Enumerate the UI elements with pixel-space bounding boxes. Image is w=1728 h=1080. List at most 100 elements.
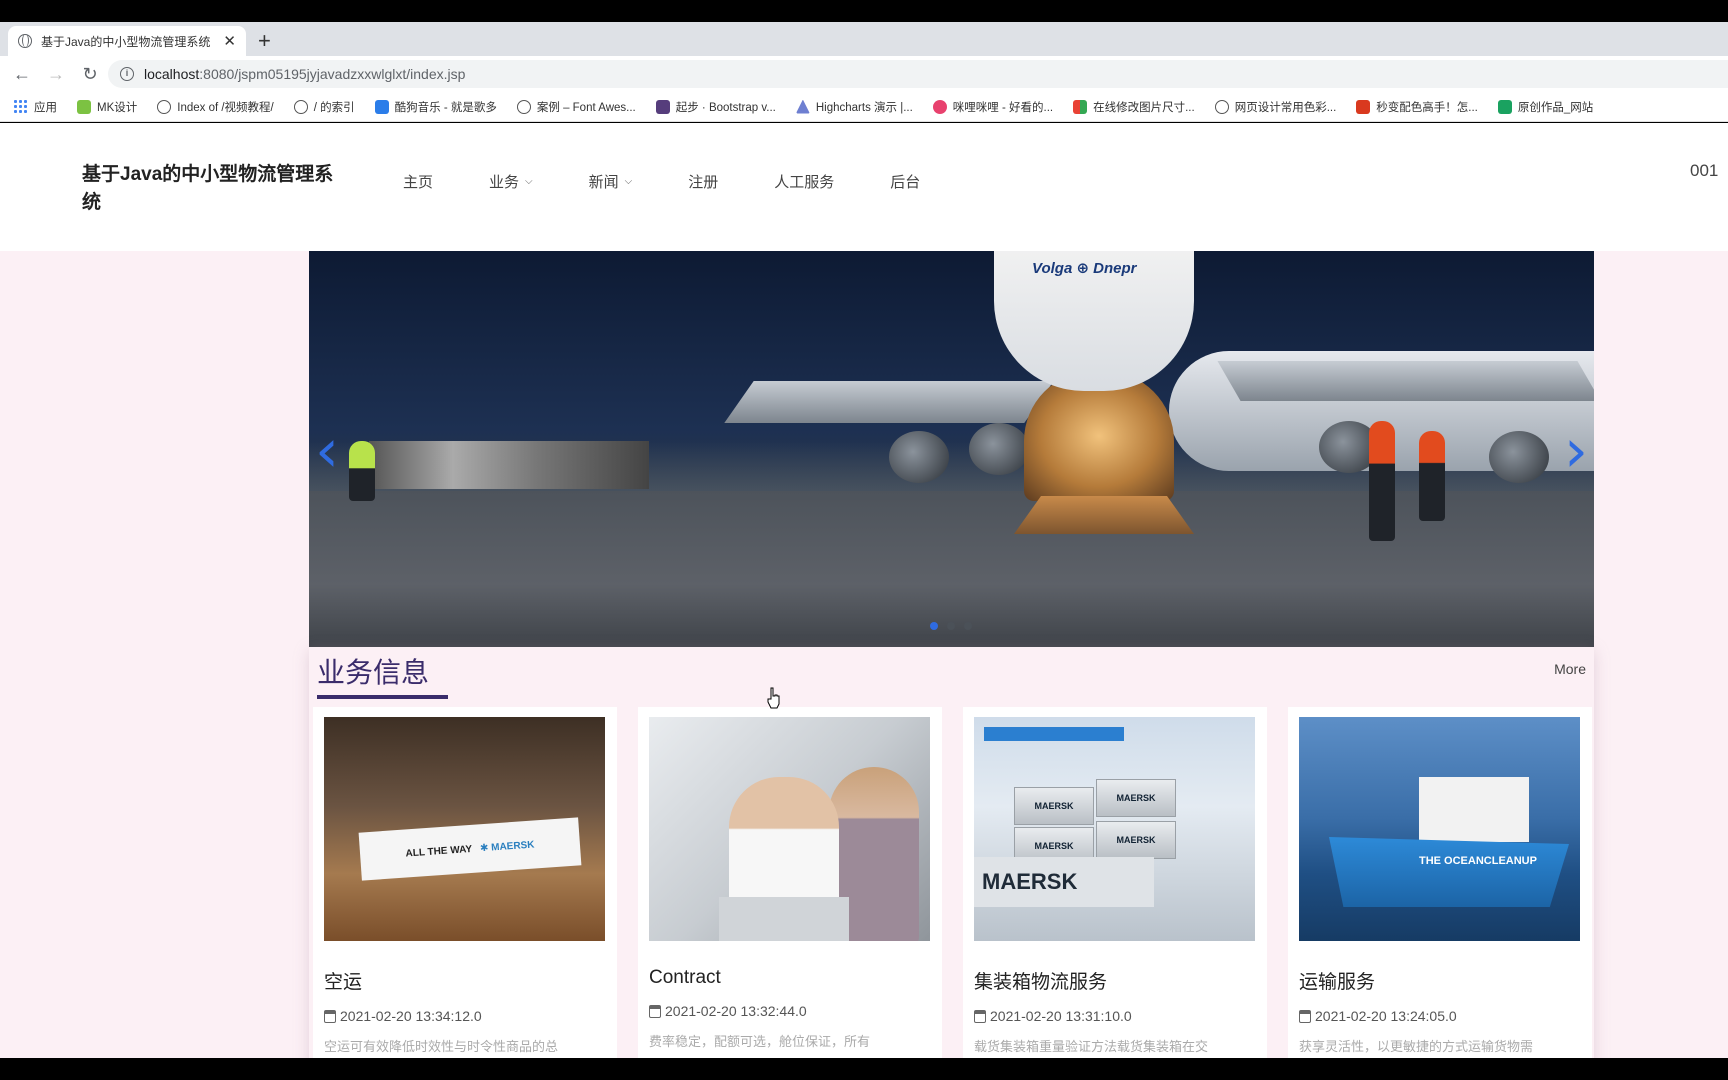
- card-date-text: 2021-02-20 13:32:44.0: [665, 1003, 807, 1019]
- bookmark-label: MK设计: [97, 101, 138, 114]
- bookmark-item[interactable]: 咪哩咪哩 - 好看的...: [932, 99, 1053, 115]
- worker: [349, 441, 375, 501]
- left-wing: [724, 381, 1054, 423]
- bootstrap-icon: [655, 99, 670, 114]
- bookmark-item[interactable]: 在线修改图片尺寸...: [1073, 99, 1195, 115]
- business-card[interactable]: Contract 2021-02-20 13:32:44.0 费率稳定，配额可选…: [638, 707, 942, 1058]
- business-section: 业务信息 More ALL THE WAY ✱ MAERSK 空运 2021-02…: [309, 647, 1594, 1058]
- engine: [969, 423, 1029, 475]
- ship-bridge: [1419, 777, 1529, 842]
- mk-icon: [77, 99, 91, 114]
- bookmark-item[interactable]: 起步 · Bootstrap v...: [655, 99, 776, 115]
- bookmark-apps[interactable]: 应用: [14, 99, 57, 115]
- nav-label: 新闻: [588, 174, 619, 191]
- nav-register[interactable]: 注册: [688, 171, 718, 192]
- new-tab-button[interactable]: +: [258, 26, 271, 56]
- back-button[interactable]: ←: [10, 64, 34, 85]
- container: MAERSK: [1096, 821, 1176, 859]
- hero-carousel: Volga ⊕ Dnepr ‹ ›: [309, 251, 1594, 647]
- laptop: [719, 897, 849, 941]
- trucks: [369, 441, 649, 489]
- card-date-text: 2021-02-20 13:24:05.0: [1315, 1008, 1457, 1024]
- card-title[interactable]: 运输服务: [1299, 967, 1581, 994]
- nav-label: 主页: [403, 174, 434, 191]
- reload-button[interactable]: ↻: [78, 64, 102, 85]
- bookmark-item[interactable]: 原创作品_网站: [1497, 99, 1594, 115]
- carousel-dot[interactable]: [964, 622, 972, 630]
- carousel-next-arrow[interactable]: ›: [1564, 421, 1588, 481]
- plane-nose: Volga ⊕ Dnepr: [994, 251, 1194, 391]
- nav-admin[interactable]: 后台: [890, 171, 920, 192]
- browser-toolbar: ← → ↻ i localhost:8080/jspm05195jyjavadz…: [0, 56, 1728, 92]
- carousel-dot[interactable]: [947, 622, 955, 630]
- bookmark-label: / 的索引: [313, 101, 355, 114]
- container: MAERSK: [1096, 779, 1176, 817]
- info-icon[interactable]: i: [120, 67, 134, 81]
- ship-hull: [1329, 837, 1569, 907]
- card-date: 2021-02-20 13:24:05.0: [1299, 1008, 1581, 1024]
- card-image[interactable]: MAERSK MAERSK MAERSK MAERSK MAERSK: [974, 717, 1255, 941]
- card-date: 2021-02-20 13:31:10.0: [974, 1008, 1256, 1024]
- bookmark-label: 原创作品_网站: [1517, 101, 1594, 114]
- bookmark-item[interactable]: Highcharts 演示 |...: [795, 99, 913, 115]
- crane: [984, 727, 1124, 741]
- business-card[interactable]: MAERSK MAERSK MAERSK MAERSK MAERSK 集装箱物流…: [963, 707, 1267, 1058]
- card-title[interactable]: 集装箱物流服务: [974, 967, 1256, 994]
- bookmark-label: 酷狗音乐 - 就是歌多: [394, 101, 497, 114]
- bookmark-item[interactable]: 案例 – Font Awes...: [516, 99, 636, 115]
- forward-button[interactable]: →: [44, 64, 68, 85]
- worker: [1419, 431, 1445, 521]
- nav-business[interactable]: 业务 ⌵: [489, 171, 533, 192]
- container-large-text: MAERSK: [982, 869, 1078, 894]
- maersk-banner: ALL THE WAY ✱ MAERSK: [358, 817, 582, 881]
- card-image[interactable]: ALL THE WAY ✱ MAERSK: [324, 717, 605, 941]
- chevron-down-icon: ⌵: [624, 176, 633, 187]
- chevron-down-icon: ⌵: [525, 176, 533, 187]
- card-date-text: 2021-02-20 13:31:10.0: [990, 1008, 1132, 1024]
- close-tab-icon[interactable]: ✕: [223, 32, 236, 50]
- card-title[interactable]: Contract: [649, 967, 931, 989]
- bookmark-item[interactable]: / 的索引: [293, 99, 355, 115]
- user-menu[interactable]: 001: [1690, 161, 1718, 181]
- nav-label: 人工服务: [774, 174, 835, 191]
- globe-icon: [1214, 99, 1229, 114]
- bookmark-item[interactable]: Index of /视频教程/: [157, 99, 274, 115]
- card-image[interactable]: [649, 717, 930, 941]
- nav-label: 业务: [489, 174, 520, 191]
- nav-label: 注册: [688, 174, 719, 191]
- main-nav: 主页 业务 ⌵ 新闻 ⌵ 注册 人工服务 后台: [403, 171, 976, 192]
- section-title: 业务信息: [317, 651, 448, 699]
- url-path: :8080/jspm05195jyjavadzxxwlglxt/index.js…: [199, 66, 466, 82]
- bookmark-item[interactable]: 网页设计常用色彩...: [1214, 99, 1336, 115]
- card-title[interactable]: 空运: [324, 967, 606, 994]
- carousel-prev-arrow[interactable]: ‹: [315, 421, 339, 481]
- banner-brand: ✱ MAERSK: [479, 839, 535, 854]
- nav-manual-service[interactable]: 人工服务: [774, 171, 834, 192]
- calendar-icon: [649, 1004, 661, 1018]
- cargo-ramp: [1014, 496, 1194, 534]
- site-brand[interactable]: 基于Java的中小型物流管理系统: [82, 161, 352, 217]
- bookmark-item[interactable]: 酷狗音乐 - 就是歌多: [374, 99, 497, 115]
- more-link[interactable]: More: [1554, 661, 1586, 677]
- bookmark-item[interactable]: 秒变配色高手！怎...: [1356, 99, 1478, 115]
- business-card[interactable]: THE OCEANCLEANUP 运输服务 2021-02-20 13:24:0…: [1288, 707, 1592, 1058]
- tab-title: 基于Java的中小型物流管理系统: [41, 34, 211, 49]
- mimi-icon: [932, 99, 947, 114]
- business-card[interactable]: ALL THE WAY ✱ MAERSK 空运 2021-02-20 13:34:…: [313, 707, 617, 1058]
- browser-tab[interactable]: 基于Java的中小型物流管理系统 ✕: [8, 26, 246, 56]
- apps-grid-icon: [14, 99, 28, 114]
- nav-news[interactable]: 新闻 ⌵: [589, 171, 633, 192]
- highcharts-icon: [795, 99, 810, 114]
- globe-icon: [293, 99, 308, 114]
- address-bar[interactable]: i localhost:8080/jspm05195jyjavadzxxwlgl…: [108, 60, 1728, 88]
- nav-home[interactable]: 主页: [403, 171, 433, 192]
- globe-icon: [516, 99, 531, 114]
- resize-icon: [1073, 99, 1088, 114]
- bookmark-item[interactable]: MK设计: [77, 99, 137, 115]
- carousel-dot[interactable]: [930, 622, 938, 630]
- bookmark-label: 应用: [34, 101, 57, 114]
- browser-tab-strip: 基于Java的中小型物流管理系统 ✕ +: [0, 22, 1728, 56]
- banner-text: ALL THE WAY: [405, 843, 473, 859]
- card-date: 2021-02-20 13:32:44.0: [649, 1003, 931, 1019]
- card-image[interactable]: THE OCEANCLEANUP: [1299, 717, 1580, 941]
